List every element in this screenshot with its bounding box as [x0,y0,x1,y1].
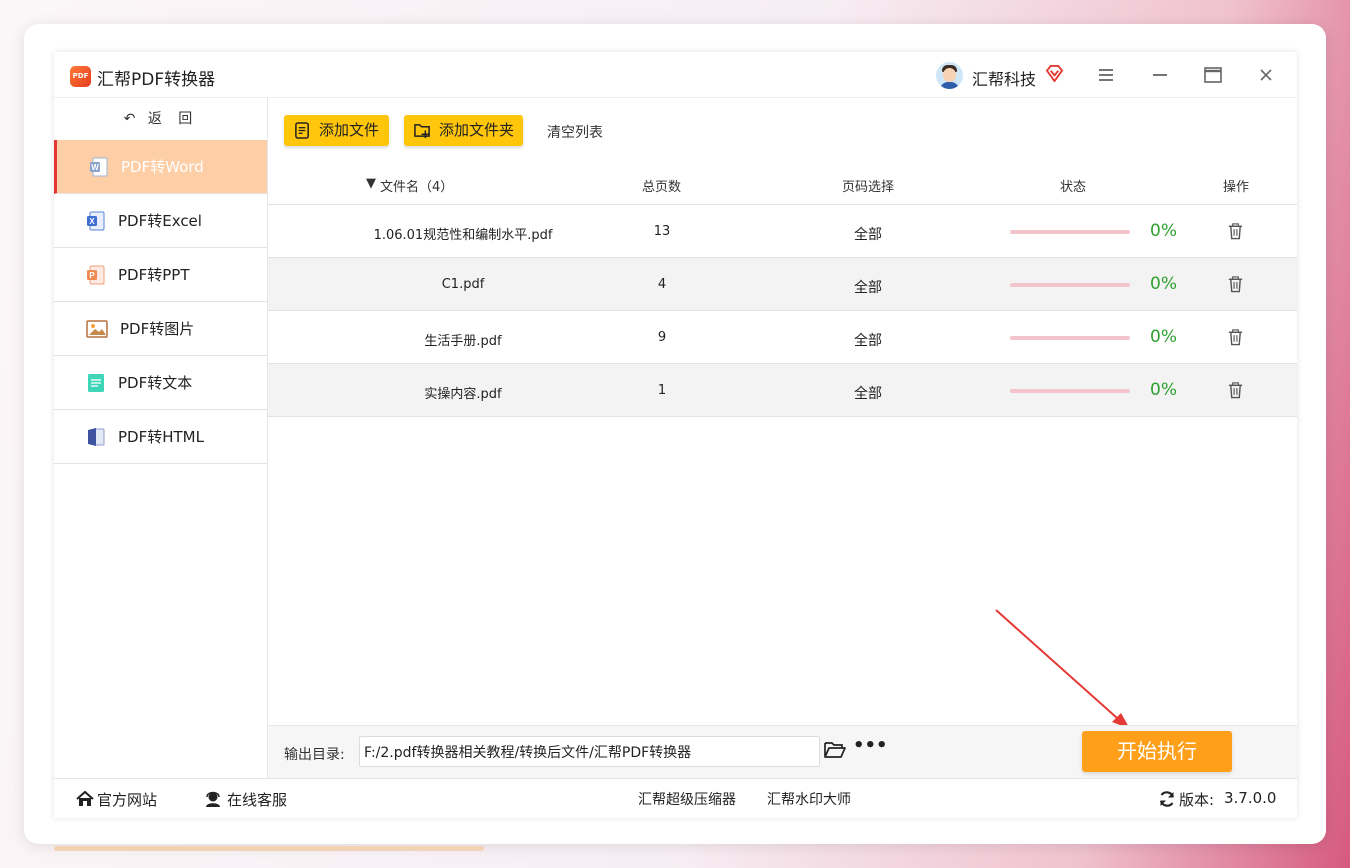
version-label: 版本: [1179,791,1215,809]
more-options-icon[interactable]: ••• [853,737,888,757]
header-action: 操作 [1223,180,1250,195]
sidebar-item-label: PDF转图片 [120,320,195,338]
output-dir-input[interactable] [359,736,820,767]
page-range-select[interactable]: 全部 [818,277,918,297]
app-logo-icon: PDF [70,66,91,87]
bottom-strip [54,846,484,851]
header-pages: 总页数 [642,180,682,195]
table-row[interactable]: 实操内容.pdf 1 全部 0% [268,364,1297,417]
output-bar: 输出目录: ••• 开始执行 [268,725,1297,778]
file-name: 生活手册.pdf [424,334,502,349]
app-window: PDF 汇帮PDF转换器 汇帮科技 ↶ 返 回 W PDF转Word X PDF… [54,52,1297,818]
sidebar-item-pdf-to-word[interactable]: W PDF转Word [54,140,267,194]
vip-diamond-icon[interactable] [1045,65,1064,82]
sidebar-item-pdf-to-excel[interactable]: X PDF转Excel [54,194,267,248]
trash-icon[interactable] [1227,275,1244,293]
refresh-icon[interactable] [1158,790,1176,808]
sidebar-item-pdf-to-text[interactable]: PDF转文本 [54,356,267,410]
back-button[interactable]: ↶ 返 回 [54,98,268,140]
sidebar-item-pdf-to-html[interactable]: PDF转HTML [54,410,267,464]
watermark-link[interactable]: 汇帮水印大师 [767,789,851,809]
user-name[interactable]: 汇帮科技 [972,66,1036,90]
svg-text:P: P [89,271,95,280]
progress-bar [1010,389,1130,393]
header-page-range: 页码选择 [842,180,895,195]
sidebar: ↶ 返 回 W PDF转Word X PDF转Excel P PDF转PPT P… [54,98,268,778]
sidebar-item-label: PDF转Word [121,158,204,176]
pointer-arrow [995,609,1130,729]
online-support-link[interactable]: 在线客服 [227,789,287,810]
version-number: 3.7.0.0 [1224,789,1277,807]
add-folder-button[interactable]: 添加文件夹 [404,115,523,146]
add-file-label: 添加文件 [319,121,380,139]
excel-icon: X [87,211,105,231]
html-icon [88,428,105,446]
text-icon [88,374,104,392]
title-bar: PDF 汇帮PDF转换器 汇帮科技 [54,52,1297,98]
file-name: 1.06.01规范性和编制水平.pdf [373,228,553,243]
avatar-body [940,82,959,89]
word-icon: W [90,157,108,177]
page-count: 1 [657,383,667,398]
sidebar-item-pdf-to-ppt[interactable]: P PDF转PPT [54,248,267,302]
page-range-select[interactable]: 全部 [818,330,918,350]
progress-bar [1010,230,1130,234]
table-header: ▼ 文件名（4） 总页数 页码选择 状态 操作 [268,162,1297,205]
sidebar-item-label: PDF转文本 [118,374,193,392]
start-button[interactable]: 开始执行 [1082,731,1232,772]
sort-desc-icon[interactable]: ▼ [366,176,376,191]
file-name: 实操内容.pdf [424,387,502,402]
open-folder-icon[interactable] [824,740,846,760]
trash-icon[interactable] [1227,222,1244,240]
home-icon [76,790,94,806]
footer: 官方网站 在线客服 汇帮超级压缩器 汇帮水印大师 版本: 3.7.0.0 [54,778,1297,818]
page-range-select[interactable]: 全部 [818,224,918,244]
sidebar-item-label: PDF转Excel [118,212,202,230]
add-file-button[interactable]: 添加文件 [284,115,389,146]
page-range-select[interactable]: 全部 [818,383,918,403]
header-status: 状态 [1060,180,1087,195]
maximize-icon[interactable] [1202,64,1224,86]
trash-icon[interactable] [1227,328,1244,346]
page-count: 9 [657,330,667,345]
add-folder-label: 添加文件夹 [439,121,515,139]
svg-text:W: W [91,163,99,172]
table-row[interactable]: 生活手册.pdf 9 全部 0% [268,311,1297,364]
svg-text:X: X [89,217,95,226]
output-dir-label: 输出目录: [284,747,345,763]
table-row[interactable]: C1.pdf 4 全部 0% [268,258,1297,311]
progress-percent: 0% [1150,327,1177,347]
back-label: 返 回 [147,111,199,127]
avatar-face [943,68,956,82]
close-icon[interactable] [1255,64,1277,86]
add-file-icon [295,122,309,139]
header-filename[interactable]: 文件名（4） [380,176,453,195]
customer-service-icon [206,791,220,807]
back-arrow-icon: ↶ [123,111,136,127]
menu-icon[interactable] [1095,64,1117,86]
progress-percent: 0% [1150,380,1177,400]
file-table: ▼ 文件名（4） 总页数 页码选择 状态 操作 1.06.01规范性和编制水平.… [268,162,1297,417]
minimize-icon[interactable] [1149,64,1171,86]
file-name: C1.pdf [441,277,485,292]
table-row[interactable]: 1.06.01规范性和编制水平.pdf 13 全部 0% [268,205,1297,258]
app-title: 汇帮PDF转换器 [97,70,216,90]
progress-bar [1010,336,1130,340]
user-avatar[interactable] [936,62,963,89]
trash-icon[interactable] [1227,381,1244,399]
compressor-link[interactable]: 汇帮超级压缩器 [638,789,736,809]
clear-list-button[interactable]: 清空列表 [547,122,603,142]
progress-percent: 0% [1150,274,1177,294]
ppt-icon: P [87,265,105,285]
add-folder-icon [414,124,430,139]
page-count: 4 [657,277,667,292]
progress-percent: 0% [1150,221,1177,241]
official-website-link[interactable]: 官方网站 [97,789,157,810]
image-icon [86,320,108,338]
sidebar-item-pdf-to-image[interactable]: PDF转图片 [54,302,267,356]
progress-bar [1010,283,1130,287]
page-count: 13 [653,224,671,239]
sidebar-item-label: PDF转PPT [118,266,190,284]
sidebar-item-label: PDF转HTML [118,428,204,446]
